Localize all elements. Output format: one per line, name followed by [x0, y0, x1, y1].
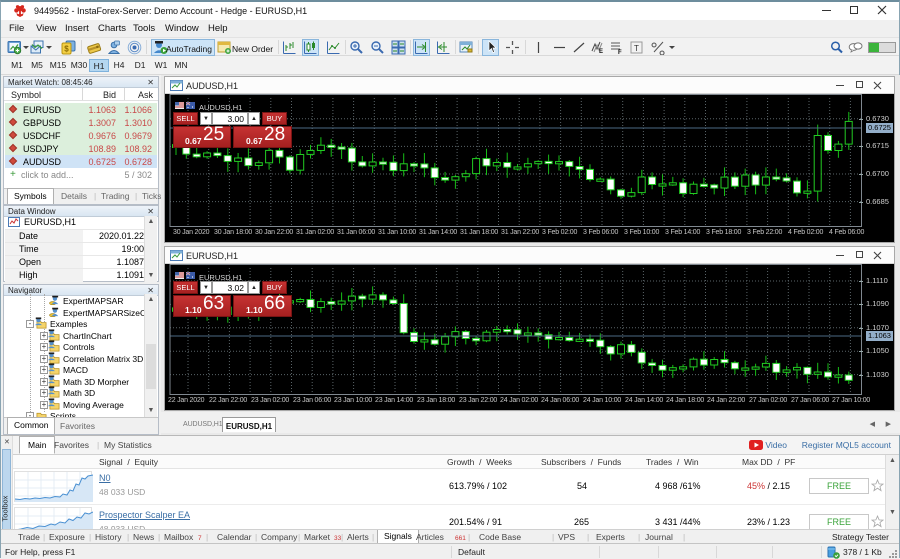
svg-text:T: T: [634, 44, 639, 53]
svg-text:E: E: [599, 49, 603, 55]
svg-text:F: F: [618, 50, 622, 55]
svg-text:$: $: [64, 45, 69, 54]
